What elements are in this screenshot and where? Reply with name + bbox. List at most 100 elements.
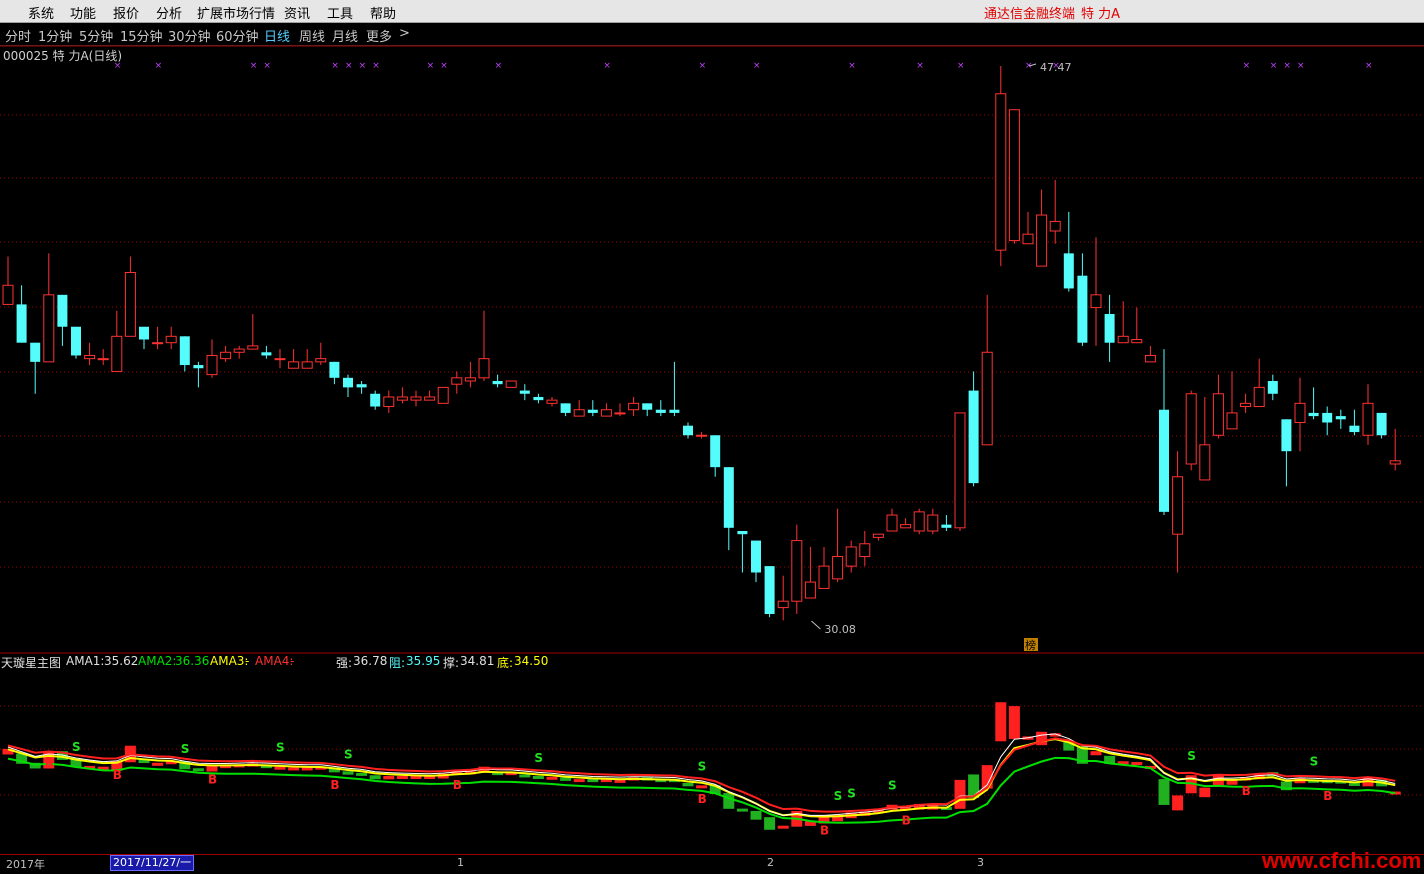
candle-body-down — [519, 390, 530, 394]
resist-value: 35.95 — [406, 654, 441, 668]
signal-x-marker: × — [155, 61, 163, 71]
indicator-bar — [614, 779, 626, 783]
indicator-bar — [369, 775, 381, 780]
indicator-bar — [777, 825, 789, 829]
badge-label: 榜 — [1025, 638, 1036, 652]
signal-x-marker: × — [427, 61, 435, 71]
buy-signal: B — [113, 768, 122, 782]
sell-signal: S — [888, 779, 897, 793]
candle-body-up — [832, 556, 844, 580]
candle-body-down — [1077, 275, 1088, 343]
signal-x-marker: × — [1283, 61, 1291, 71]
signal-x-marker: × — [250, 61, 258, 71]
candle-body-up — [274, 358, 286, 361]
indicator-bar — [954, 779, 966, 809]
candle-body-down — [587, 409, 598, 413]
indicator-bar — [682, 782, 694, 787]
candle-body-down — [737, 531, 748, 535]
candle-body-up — [900, 524, 912, 529]
indicator-bar — [206, 765, 218, 772]
candle-body-up — [1144, 354, 1156, 363]
indicator-bar — [736, 808, 748, 812]
candle-body-down — [642, 403, 653, 410]
candle-body-down — [941, 524, 952, 528]
candle-body-down — [16, 304, 27, 343]
candle-body-down — [193, 365, 204, 369]
indicator-bar — [600, 779, 612, 783]
support-value: 34.81 — [460, 654, 495, 668]
candle-body-up — [913, 511, 925, 532]
buy-signal: B — [1323, 789, 1332, 803]
indicator-bar — [424, 776, 436, 780]
candle-body-up — [1036, 214, 1048, 267]
candle-body-up — [954, 412, 966, 529]
candle-body-up — [301, 361, 313, 369]
candle-body-down — [968, 390, 979, 484]
buy-signal: B — [330, 778, 339, 792]
indicator-bar — [573, 779, 585, 783]
candle-body-up — [43, 294, 55, 363]
candle-body-up — [451, 377, 463, 385]
candle-body-down — [751, 540, 761, 573]
candle-body-down — [261, 352, 272, 356]
low-price-label: 30.08 — [824, 623, 856, 636]
candle-body-down — [370, 393, 381, 407]
candle-body-up — [859, 543, 871, 558]
indicator-bar — [97, 766, 109, 770]
indicator-bar — [410, 776, 422, 780]
candle-body-up — [1185, 393, 1197, 465]
candle-body-up — [600, 409, 612, 417]
candle-body-up — [845, 546, 857, 567]
candle-body-up — [628, 402, 640, 411]
candle-body-down — [1335, 416, 1346, 420]
ama4-label: AMA4: — [255, 654, 294, 668]
candle-body-up — [84, 354, 96, 360]
candle-body-up — [111, 335, 123, 372]
indicator-bar — [152, 762, 164, 766]
signal-x-marker: × — [957, 61, 965, 71]
indicator-bar — [192, 768, 204, 772]
indicator-bar — [396, 776, 408, 780]
indicator-bar — [1090, 751, 1102, 756]
bottom-value: 34.50 — [514, 654, 549, 668]
candle-body-up — [220, 351, 232, 360]
sell-signal: S — [847, 786, 856, 800]
strong-label: 强: — [336, 656, 353, 670]
indicator-bar — [1226, 779, 1238, 785]
candle-body-up — [124, 271, 136, 337]
candle-body-up — [995, 93, 1007, 251]
candle-body-up — [614, 412, 626, 415]
buy-signal: B — [902, 814, 911, 828]
signal-x-marker: × — [699, 61, 707, 71]
ama3-value: - — [245, 654, 250, 668]
candle-body-down — [683, 425, 693, 436]
candle-body-up — [233, 348, 245, 353]
candle-body-up — [165, 335, 177, 344]
indicator-bar — [1199, 787, 1211, 798]
indicator-bar — [764, 817, 776, 830]
candle-body-down — [1267, 381, 1278, 394]
indicator-bar — [1348, 782, 1360, 786]
signal-x-marker: × — [359, 61, 367, 71]
buy-signal: B — [208, 772, 217, 786]
candle-body-down — [356, 384, 367, 388]
signal-x-marker: × — [916, 61, 924, 71]
sell-signal: S — [72, 740, 81, 754]
candle-body-up — [1389, 460, 1401, 465]
indicator-bar — [1131, 762, 1143, 766]
candle-body-down — [1308, 412, 1319, 417]
candle-body-up — [818, 565, 830, 589]
signal-x-marker: × — [848, 61, 856, 71]
candle-body-down — [1376, 412, 1387, 436]
candle-body-down — [30, 342, 41, 362]
sell-signal: S — [276, 741, 285, 755]
indicator-bar — [750, 810, 762, 820]
candle-body-up — [478, 358, 490, 379]
candle-body-up — [206, 354, 218, 376]
ama1-value: 35.62 — [104, 654, 139, 668]
kline-chart[interactable]: × × × × × × × × × × × × × × × × × × × × × × × ×47.4730.08榜S S S S S… — [0, 0, 1424, 870]
candle-body-up — [791, 540, 803, 602]
indicator-header: 天璇星主图 AMA1: 35.62 AMA2: 36.36 AMA3: - AM… — [0, 654, 1424, 670]
indicator-name[interactable]: 天璇星主图 — [1, 654, 61, 671]
candle-body-up — [464, 377, 476, 382]
